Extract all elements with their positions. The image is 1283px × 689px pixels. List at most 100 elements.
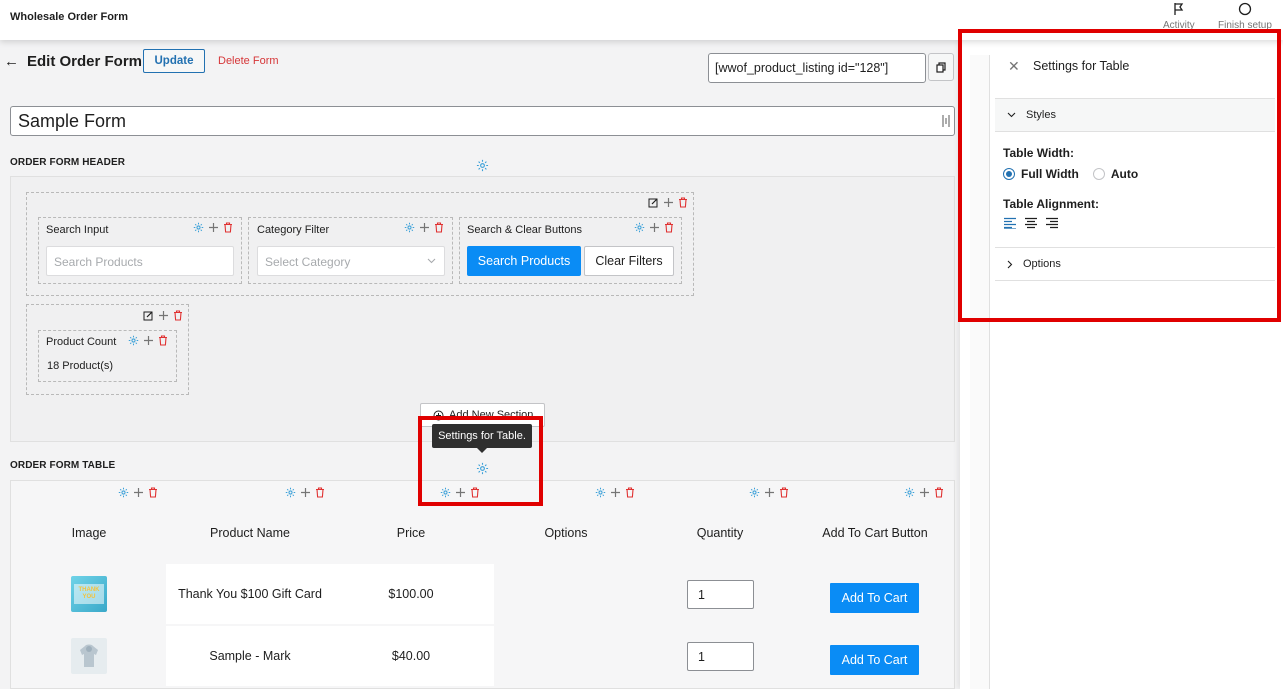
styles-accordion[interactable]: Styles xyxy=(995,98,1275,132)
plus-icon[interactable] xyxy=(419,222,430,233)
column-tools xyxy=(118,487,158,498)
add-to-cart-button[interactable]: Add To Cart xyxy=(830,645,919,675)
drag-handle-icon[interactable] xyxy=(941,114,951,128)
page-title: Edit Order Form xyxy=(27,53,143,70)
styles-label: Styles xyxy=(1026,109,1056,121)
settings-tooltip: Settings for Table. xyxy=(432,424,532,453)
gear-icon[interactable] xyxy=(904,487,915,498)
trash-icon[interactable] xyxy=(779,487,789,498)
gear-icon[interactable] xyxy=(285,487,296,498)
thumbnail-text: THANK YOU xyxy=(74,584,104,604)
trash-icon[interactable] xyxy=(625,487,635,498)
add-to-cart-button[interactable]: Add To Cart xyxy=(830,583,919,613)
plus-icon[interactable] xyxy=(919,487,930,498)
update-button[interactable]: Update xyxy=(143,49,205,73)
quantity-input[interactable]: 1 xyxy=(687,642,754,671)
form-name-input[interactable]: Sample Form xyxy=(10,106,955,136)
category-select[interactable]: Select Category xyxy=(257,246,445,276)
search-products-input[interactable]: Search Products xyxy=(46,246,234,276)
trash-icon[interactable] xyxy=(158,335,168,346)
search-products-button[interactable]: Search Products xyxy=(467,246,581,276)
table-alignment-label: Table Alignment: xyxy=(1003,197,1099,211)
gear-icon[interactable] xyxy=(595,487,606,498)
delete-form-link[interactable]: Delete Form xyxy=(218,55,279,67)
block-tools xyxy=(193,222,233,233)
column-header-price: Price xyxy=(396,526,426,540)
table-width-label: Table Width: xyxy=(1003,146,1074,160)
close-icon[interactable]: ✕ xyxy=(1008,58,1020,75)
auto-radio[interactable] xyxy=(1092,168,1105,180)
plus-icon[interactable] xyxy=(764,487,775,498)
gear-icon[interactable] xyxy=(193,222,204,233)
gear-icon[interactable] xyxy=(404,222,415,233)
product-name-cell: Thank You $100 Gift Card xyxy=(178,587,322,601)
gear-icon[interactable] xyxy=(128,335,139,346)
order-form-table-label: ORDER FORM TABLE xyxy=(10,460,116,471)
plus-icon[interactable] xyxy=(143,335,154,346)
block-tools xyxy=(404,222,444,233)
gear-icon[interactable] xyxy=(476,462,489,475)
price-cell: $40.00 xyxy=(391,649,431,663)
gear-icon[interactable] xyxy=(118,487,129,498)
table-alignment-options xyxy=(1003,217,1059,232)
plus-icon[interactable] xyxy=(663,197,674,208)
copy-shortcode-button[interactable] xyxy=(928,53,954,81)
trash-icon[interactable] xyxy=(315,487,325,498)
plus-icon[interactable] xyxy=(610,487,621,498)
quantity-input[interactable]: 1 xyxy=(687,580,754,609)
shortcode-field[interactable]: [wwof_product_listing id="128"] xyxy=(708,53,926,83)
auto-label: Auto xyxy=(1110,167,1139,181)
align-center-icon[interactable] xyxy=(1024,217,1038,232)
plus-icon[interactable] xyxy=(649,222,660,233)
trash-icon[interactable] xyxy=(434,222,444,233)
block-tools xyxy=(128,335,168,346)
gear-icon[interactable] xyxy=(476,159,489,172)
column-header-product-name: Product Name xyxy=(210,526,290,540)
full-width-radio[interactable] xyxy=(1003,168,1015,180)
clear-filters-button[interactable]: Clear Filters xyxy=(584,246,674,276)
gear-icon[interactable] xyxy=(440,487,451,498)
row-tools xyxy=(648,197,688,208)
trash-icon[interactable] xyxy=(934,487,944,498)
product-name-cell: Sample - Mark xyxy=(209,649,291,663)
category-filter-label: Category Filter xyxy=(257,224,330,236)
add-new-section-label: Add New Section xyxy=(449,409,534,421)
plus-icon[interactable] xyxy=(455,487,466,498)
arrow-left-icon[interactable]: ← xyxy=(4,53,19,70)
top-bar: Wholesale Order Form Activity Finish set… xyxy=(0,0,1283,40)
column-tools xyxy=(749,487,789,498)
finish-setup-button[interactable]: Finish setup xyxy=(1218,2,1272,31)
gear-icon[interactable] xyxy=(634,222,645,233)
trash-icon[interactable] xyxy=(173,310,183,321)
trash-icon[interactable] xyxy=(470,487,480,498)
plus-circle-icon xyxy=(433,410,444,420)
price-cell: $100.00 xyxy=(388,587,434,601)
trash-icon[interactable] xyxy=(664,222,674,233)
plus-icon[interactable] xyxy=(158,310,169,321)
chevron-right-icon xyxy=(1007,260,1013,268)
activity-button[interactable]: Activity xyxy=(1163,2,1195,31)
plus-icon[interactable] xyxy=(133,487,144,498)
app-title: Wholesale Order Form xyxy=(10,11,128,23)
trash-icon[interactable] xyxy=(148,487,158,498)
options-accordion[interactable]: Options xyxy=(995,247,1275,281)
trash-icon[interactable] xyxy=(223,222,233,233)
column-tools xyxy=(904,487,944,498)
align-left-icon[interactable] xyxy=(1003,217,1017,232)
edit-icon[interactable] xyxy=(648,197,659,208)
block-tools xyxy=(634,222,674,233)
plus-icon[interactable] xyxy=(208,222,219,233)
category-select-placeholder: Select Category xyxy=(265,255,351,269)
gear-icon[interactable] xyxy=(749,487,760,498)
edit-icon[interactable] xyxy=(143,310,154,321)
align-right-icon[interactable] xyxy=(1045,217,1059,232)
order-form-header-label: ORDER FORM HEADER xyxy=(10,157,126,168)
product-thumbnail: THANK YOU xyxy=(71,576,107,612)
flag-icon xyxy=(1174,3,1184,15)
trash-icon[interactable] xyxy=(678,197,688,208)
table-width-options: Full Width Auto xyxy=(1003,167,1138,181)
circle-icon xyxy=(1238,2,1252,16)
column-tools xyxy=(285,487,325,498)
chevron-down-icon xyxy=(1007,112,1016,118)
plus-icon[interactable] xyxy=(300,487,311,498)
